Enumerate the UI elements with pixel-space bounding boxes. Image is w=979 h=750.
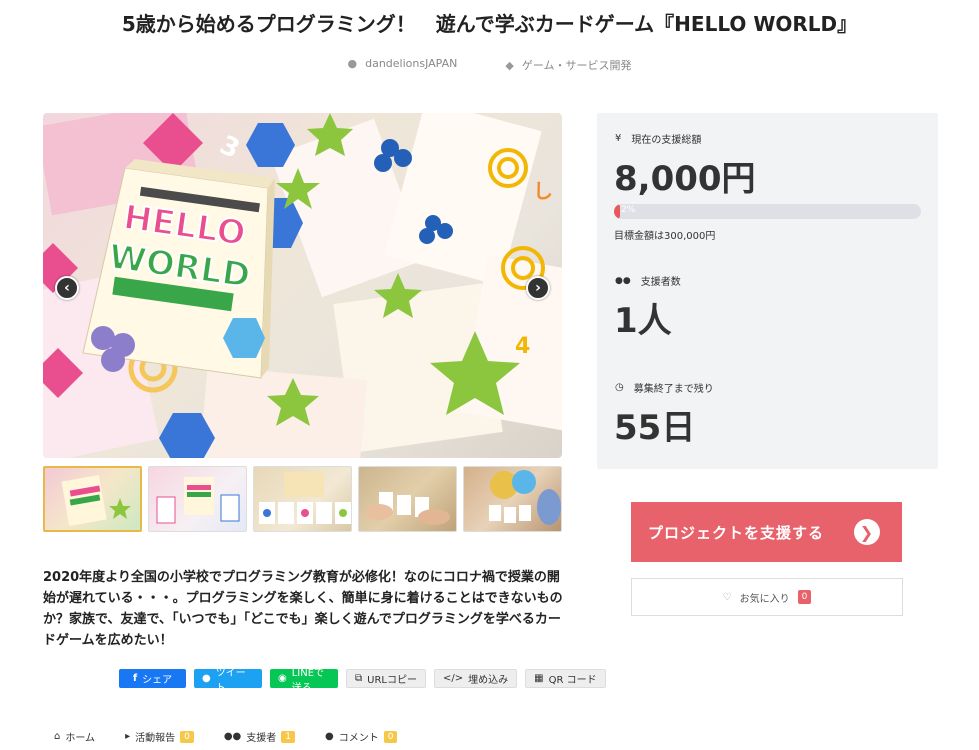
- thumbnail-4-image: [365, 492, 450, 525]
- users-icon: ●●: [615, 275, 631, 286]
- backers-label: 支援者数: [640, 277, 681, 288]
- supporters-count-badge: 1: [281, 730, 296, 743]
- tab-supporters-label: 支援者: [246, 733, 277, 744]
- facebook-share-label: シェア: [142, 675, 173, 686]
- gallery-next-button[interactable]: ›: [526, 276, 550, 300]
- backers-label-row: ●● 支援者数: [615, 273, 681, 289]
- tag-icon: ◆: [505, 59, 514, 72]
- heart-icon: ♡: [722, 591, 732, 603]
- tab-home-label: ホーム: [65, 733, 96, 744]
- category-name: ゲーム・サービス開発: [521, 59, 632, 72]
- backers-count: 1人: [614, 301, 672, 341]
- goal-amount: 目標金額は300,000円: [614, 231, 716, 242]
- tab-home[interactable]: ⌂ ホーム: [54, 729, 95, 744]
- tab-supporters[interactable]: ●● 支援者 1: [223, 729, 296, 744]
- twitter-share-button[interactable]: ● ツイート: [194, 668, 262, 694]
- line-share-button[interactable]: ◉ LINEで送る: [270, 668, 338, 694]
- share-buttons: f シェア ● ツイート ◉ LINEで送る ⧉ URLコピー </> 埋め込み ▦ QR …: [119, 668, 606, 694]
- total-label-row: ¥ 現在の支援総額: [615, 131, 701, 146]
- svg-text:し: し: [533, 179, 553, 203]
- main-project-image: HELLO WORLD 3 4 し ‹ ›: [43, 113, 562, 458]
- thumbnail-1-image: [61, 475, 131, 526]
- url-copy-button[interactable]: ⧉ URLコピー: [346, 669, 426, 688]
- clock-icon: ◷: [615, 382, 624, 393]
- thumbnail-5-image: [489, 470, 561, 525]
- total-label: 現在の支援総額: [631, 135, 702, 146]
- twitter-share-label: ツイート: [215, 667, 246, 694]
- tab-comments[interactable]: ● コメント 0: [325, 729, 398, 744]
- users-icon: ●●: [223, 731, 242, 742]
- home-icon: ⌂: [54, 731, 61, 742]
- facebook-icon: f: [132, 673, 138, 684]
- line-share-label: LINEで送る: [291, 667, 325, 694]
- comment-icon: ●: [325, 731, 334, 742]
- code-icon: </>: [442, 673, 464, 684]
- qr-code-button[interactable]: ▦ QR コード: [525, 669, 606, 688]
- qr-icon: ▦: [534, 673, 544, 684]
- tab-activity-reports[interactable]: ▸ 活動報告 0: [125, 729, 194, 744]
- remaining-label-row: ◷ 募集終了まで残り: [615, 380, 714, 395]
- user-icon: ●: [347, 57, 358, 70]
- tab-activity-label: 活動報告: [135, 733, 176, 744]
- line-icon: ◉: [278, 673, 287, 684]
- yen-icon: ¥: [615, 133, 622, 144]
- remaining-label: 募集終了まで残り: [633, 384, 714, 395]
- favorite-button[interactable]: ♡ お気に入り 0: [631, 578, 903, 616]
- gallery-thumbnails: [43, 466, 562, 532]
- project-description: 2020年度より全国の小学校でプログラミング教育が必修化！なのにコロナ禍で授業の…: [43, 570, 563, 648]
- author-info[interactable]: ● dandelionsJAPAN: [348, 57, 458, 73]
- thumbnail-5[interactable]: [463, 466, 562, 532]
- favorite-count-badge: 0: [797, 590, 812, 604]
- support-project-button[interactable]: プロジェクトを支援する ❯: [631, 502, 902, 562]
- progress-percent: 2%: [621, 205, 636, 215]
- total-amount: 8,000円: [614, 159, 756, 199]
- thumbnail-2-image: [156, 477, 240, 524]
- thumbnail-3-image: [259, 472, 351, 524]
- page-title: 5歳から始めるプログラミング！ 遊んで学ぶカードゲーム『HELLO WORLD』: [121, 12, 858, 36]
- gallery-prev-button[interactable]: ‹: [55, 276, 79, 300]
- embed-label: 埋め込み: [468, 675, 509, 686]
- svg-text:3: 3: [215, 130, 244, 165]
- facebook-share-button[interactable]: f シェア: [119, 669, 186, 688]
- qr-code-label: QR コード: [548, 675, 597, 686]
- progress-fill: [614, 204, 621, 219]
- funding-stats-panel: ¥ 現在の支援総額 8,000円 2% 目標金額は300,000円 ●● 支援者…: [597, 113, 938, 469]
- thumbnail-3[interactable]: [253, 466, 352, 532]
- author-name: dandelionsJAPAN: [365, 57, 458, 70]
- favorite-label: お気に入り: [739, 593, 790, 605]
- activity-count-badge: 0: [180, 730, 194, 743]
- support-project-label: プロジェクトを支援する: [648, 523, 825, 542]
- copy-icon: ⧉: [355, 673, 363, 684]
- category-info[interactable]: ◆ ゲーム・サービス開発: [505, 57, 631, 73]
- comments-count-badge: 0: [383, 730, 398, 743]
- twitter-icon: ●: [202, 673, 211, 684]
- card-game-photo: HELLO WORLD 3 4 し: [43, 113, 562, 458]
- url-copy-label: URLコピー: [367, 675, 417, 686]
- project-tabs: ⌂ ホーム ▸ 活動報告 0 ●● 支援者 1 ● コメント 0: [54, 729, 398, 744]
- funding-progress-bar: 2%: [614, 204, 921, 219]
- days-remaining: 55日: [614, 408, 696, 448]
- embed-button[interactable]: </> 埋め込み: [433, 669, 518, 688]
- chevron-right-icon: ❯: [854, 519, 880, 545]
- thumbnail-1[interactable]: [43, 466, 142, 532]
- svg-text:4: 4: [515, 334, 530, 359]
- thumbnail-2[interactable]: [148, 466, 247, 532]
- tab-comments-label: コメント: [338, 733, 379, 744]
- thumbnail-4[interactable]: [358, 466, 457, 532]
- project-meta: ● dandelionsJAPAN ◆ ゲーム・サービス開発: [0, 57, 979, 73]
- megaphone-icon: ▸: [125, 731, 131, 742]
